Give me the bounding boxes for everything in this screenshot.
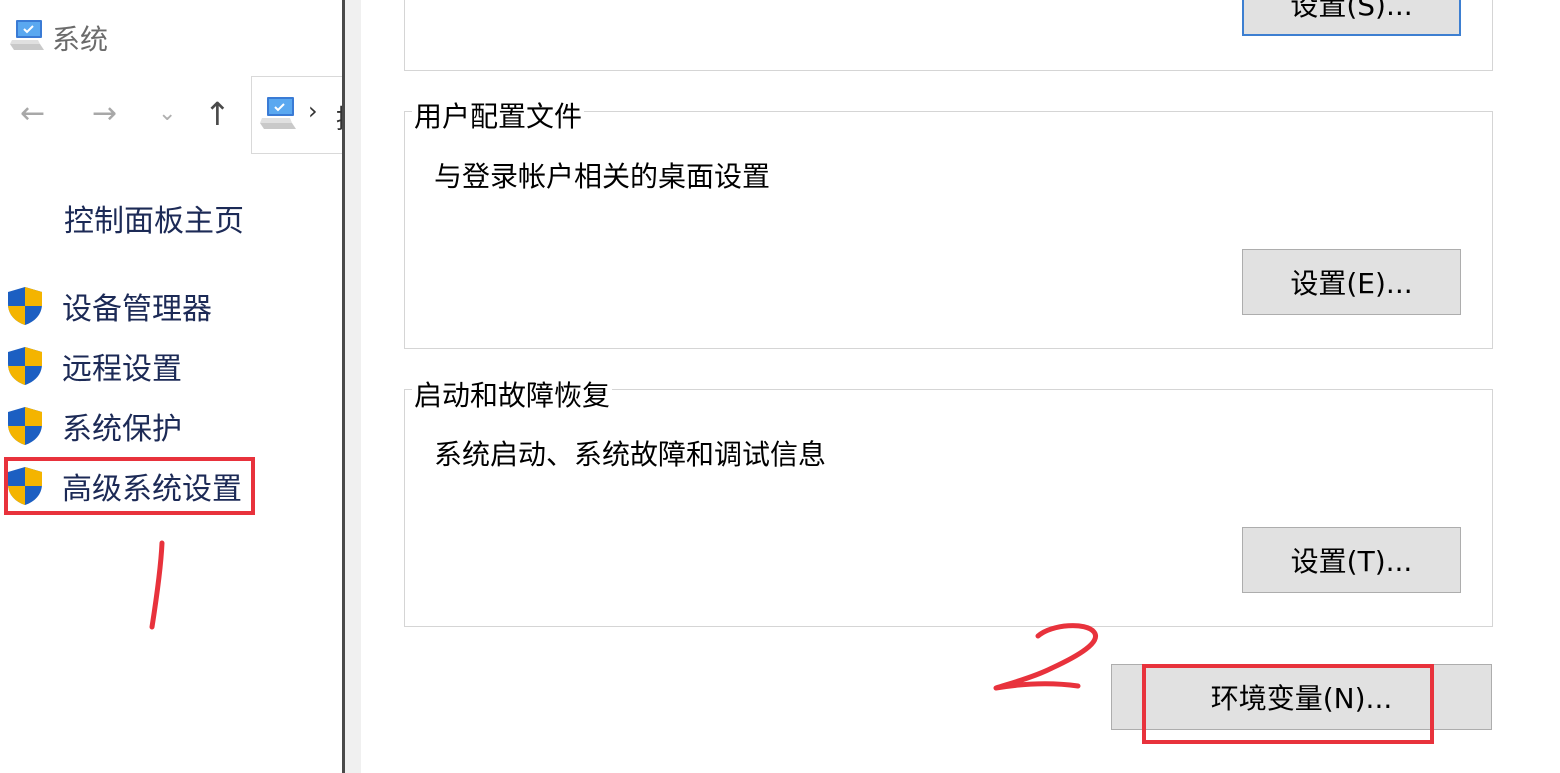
uac-shield-icon: [8, 407, 42, 445]
sidebar-item-label: 设备管理器: [62, 292, 212, 327]
control-panel-home-link[interactable]: 控制面板主页: [64, 196, 244, 240]
forward-arrow-icon[interactable]: →: [92, 99, 117, 129]
window-title-bar: 系统: [0, 0, 342, 70]
back-arrow-icon[interactable]: ←: [20, 99, 45, 129]
startup-recovery-description: 系统启动、系统故障和调试信息: [434, 438, 827, 471]
chevron-down-icon[interactable]: ⌄: [158, 101, 176, 126]
window-title: 系统: [52, 23, 109, 56]
sidebar-item-label: 远程设置: [62, 352, 182, 387]
control-panel-left-pane: 系统 ← → ⌄ ↑ › 控 控制面板主页 设备管理器 远程设置: [0, 0, 352, 773]
annotation-highlight-box: [1142, 664, 1434, 744]
user-profiles-title: 用户配置文件: [412, 95, 585, 135]
remote-settings-link[interactable]: 远程设置: [6, 341, 182, 391]
system-protection-link[interactable]: 系统保护: [6, 401, 182, 451]
sidebar-item-label: 系统保护: [62, 412, 182, 447]
annotation-number-one: [149, 540, 165, 630]
address-bar[interactable]: › 控: [251, 76, 352, 154]
annotation-number-two: [993, 623, 1098, 691]
startup-recovery-settings-button[interactable]: 设置(T)...: [1242, 527, 1461, 593]
annotation-highlight-box: [4, 457, 255, 515]
computer-icon: [260, 97, 296, 129]
dialog-border: [345, 0, 361, 773]
user-profiles-description: 与登录帐户相关的桌面设置: [434, 160, 771, 193]
breadcrumb-separator-icon: ›: [308, 97, 318, 125]
device-manager-link[interactable]: 设备管理器: [6, 281, 212, 331]
startup-recovery-title: 启动和故障恢复: [412, 374, 613, 414]
user-profiles-settings-button[interactable]: 设置(E)...: [1242, 249, 1461, 315]
computer-icon: [10, 20, 44, 50]
uac-shield-icon: [8, 287, 42, 325]
up-arrow-icon[interactable]: ↑: [204, 98, 231, 130]
performance-settings-button[interactable]: 设置(S)...: [1242, 0, 1461, 36]
uac-shield-icon: [8, 347, 42, 385]
